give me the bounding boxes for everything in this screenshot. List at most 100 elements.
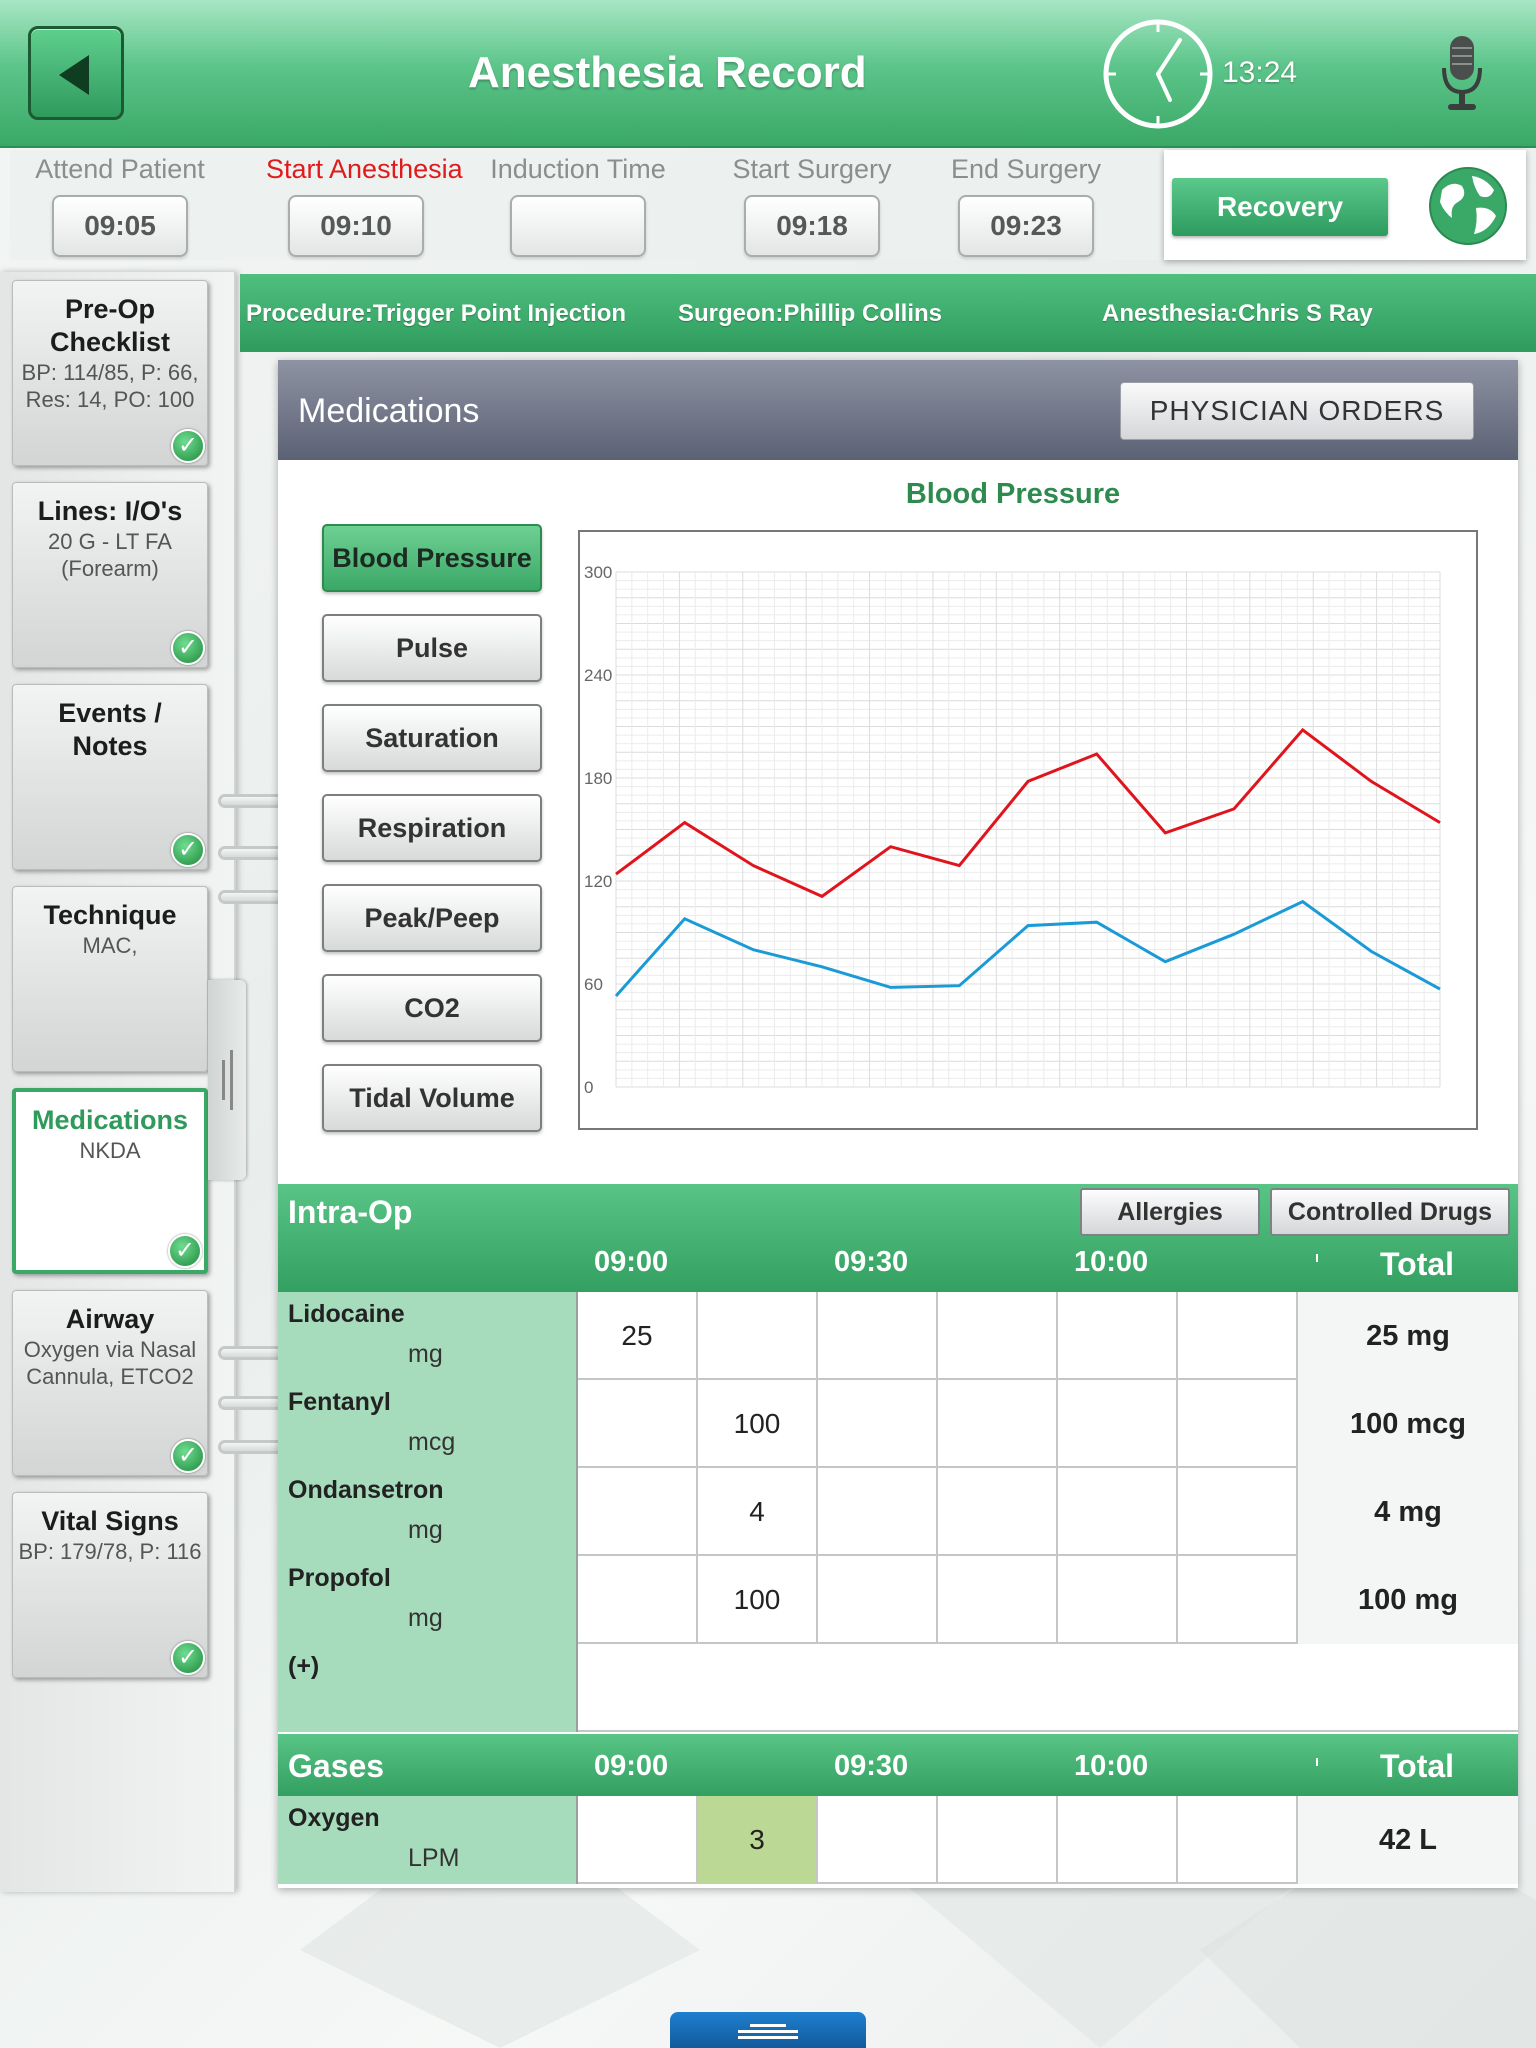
drug-name-cell[interactable]: Oxygen LPM — [278, 1796, 578, 1884]
dose-cell[interactable] — [1178, 1796, 1298, 1884]
start-surgery-time[interactable]: 09:18 — [744, 195, 880, 257]
dose-cell[interactable] — [1058, 1380, 1178, 1468]
dose-cell[interactable]: 3 — [698, 1796, 818, 1884]
dose-cell[interactable] — [938, 1556, 1058, 1644]
dose-cell[interactable] — [818, 1292, 938, 1380]
sidebar-item-summary: 20 G - LT FA (Forearm) — [48, 529, 172, 581]
peak-peep-button[interactable]: Peak/Peep — [322, 884, 542, 952]
dose-cell[interactable]: 25 — [578, 1292, 698, 1380]
recovery-panel: Recovery — [1164, 150, 1526, 260]
sidebar-item-vital-signs[interactable]: Vital Signs BP: 179/78, P: 116 ✓ — [12, 1492, 208, 1678]
sidebar-item-lines[interactable]: Lines: I/O's 20 G - LT FA (Forearm) ✓ — [12, 482, 208, 668]
end-surgery-time[interactable]: 09:23 — [958, 195, 1094, 257]
recovery-button[interactable]: Recovery — [1172, 178, 1388, 236]
dose-cell[interactable]: 4 — [698, 1468, 818, 1556]
drug-name-cell[interactable]: Lidocaine mg — [278, 1292, 578, 1380]
drug-name: Propofol — [288, 1564, 391, 1592]
dose-cell[interactable] — [1058, 1292, 1178, 1380]
table-row: Ondansetron mg 4 4 mg — [278, 1468, 1518, 1556]
timeline-bar: Attend Patient 09:05 Start Anesthesia 09… — [10, 150, 1160, 260]
add-medication-cell[interactable]: (+) — [278, 1644, 578, 1732]
intraop-title: Intra-Op — [288, 1194, 413, 1230]
chart-svg: 0 60 120 180 240 300 — [584, 563, 1441, 1097]
dose-cell[interactable] — [938, 1796, 1058, 1884]
sidebar-item-events-notes[interactable]: Events / Notes ✓ — [12, 684, 208, 870]
drug-unit: mg — [408, 1604, 443, 1632]
sidebar-item-title: Technique — [43, 900, 177, 930]
sidebar-item-summary: BP: 179/78, P: 116 — [18, 1539, 202, 1564]
drug-name-cell[interactable]: Ondansetron mg — [278, 1468, 578, 1556]
panel-title: Medications — [298, 392, 480, 430]
dose-cell[interactable] — [818, 1380, 938, 1468]
panel-header: Medications PHYSICIAN ORDERS — [278, 360, 1518, 460]
handle-grip — [230, 1050, 233, 1110]
time-column-header: 09:00 — [594, 1246, 669, 1278]
dose-cell[interactable] — [578, 1796, 698, 1884]
allergies-button[interactable]: Allergies — [1080, 1188, 1260, 1236]
dose-cell[interactable] — [578, 1380, 698, 1468]
dose-cell[interactable] — [1178, 1556, 1298, 1644]
dose-cell[interactable] — [1058, 1468, 1178, 1556]
drug-name: Oxygen — [288, 1804, 380, 1832]
total-cell: 4 mg — [1298, 1468, 1518, 1556]
clock-icon — [1103, 19, 1213, 129]
time-column-header: 10:00 — [1074, 1246, 1149, 1278]
saturation-button[interactable]: Saturation — [322, 704, 542, 772]
start-anesthesia-time[interactable]: 09:10 — [288, 195, 424, 257]
pulse-button[interactable]: Pulse — [322, 614, 542, 682]
drug-name-cell[interactable]: Fentanyl mcg — [278, 1380, 578, 1468]
chart-title: Blood Pressure — [905, 478, 1121, 510]
globe-icon[interactable] — [1428, 166, 1508, 246]
dose-cell[interactable]: 100 — [698, 1380, 818, 1468]
drug-name-cell[interactable]: Propofol mg — [278, 1556, 578, 1644]
sidebar-item-title: Pre-Op Checklist — [49, 294, 171, 357]
dose-cell[interactable] — [1178, 1292, 1298, 1380]
dose-cell[interactable] — [1058, 1556, 1178, 1644]
sidebar-item-title: Events / Notes — [58, 698, 162, 761]
dose-cell[interactable] — [818, 1468, 938, 1556]
bottom-drawer-tab[interactable] — [670, 2012, 866, 2048]
attend-patient-time[interactable]: 09:05 — [52, 195, 188, 257]
step-label: End Surgery — [950, 154, 1102, 184]
dose-cell[interactable] — [938, 1468, 1058, 1556]
step-label: Start Surgery — [732, 154, 892, 184]
dose-cell[interactable] — [938, 1380, 1058, 1468]
dose-cell[interactable] — [1178, 1380, 1298, 1468]
dose-cell[interactable] — [1178, 1468, 1298, 1556]
drug-unit: mcg — [408, 1428, 456, 1456]
co2-button[interactable]: CO2 — [322, 974, 542, 1042]
dose-cell[interactable] — [818, 1556, 938, 1644]
drawer-handle[interactable] — [208, 980, 246, 1180]
tidal-volume-button[interactable]: Tidal Volume — [322, 1064, 542, 1132]
start-anesthesia-step: Start Anesthesia 09:10 — [266, 154, 463, 257]
total-cell: 100 mcg — [1298, 1380, 1518, 1468]
sidebar-item-title: Airway — [65, 1304, 155, 1334]
dose-cell[interactable] — [1058, 1796, 1178, 1884]
sidebar-item-medications[interactable]: Medications NKDA ✓ — [12, 1088, 208, 1274]
blood-pressure-chart: 0 60 120 180 240 300 — [578, 530, 1478, 1130]
physician-orders-button[interactable]: PHYSICIAN ORDERS — [1120, 382, 1474, 440]
checkmark-icon: ✓ — [168, 1234, 202, 1268]
handle-grip — [738, 2036, 798, 2039]
dose-cell[interactable] — [698, 1292, 818, 1380]
controlled-drugs-button[interactable]: Controlled Drugs — [1270, 1188, 1510, 1236]
dose-cell[interactable] — [578, 1556, 698, 1644]
sidebar-item-airway[interactable]: Airway Oxygen via Nasal Cannula, ETCO2 ✓ — [12, 1290, 208, 1476]
time-column-header: 10:00 — [1074, 1750, 1149, 1782]
y-tick-label: 60 — [584, 975, 603, 994]
sidebar-item-technique[interactable]: Technique MAC, — [12, 886, 208, 1072]
microphone-icon[interactable] — [1440, 34, 1484, 114]
app-header: Anesthesia Record 13:24 — [0, 0, 1536, 148]
add-medication-row[interactable]: (+) — [278, 1644, 1518, 1732]
blood-pressure-button[interactable]: Blood Pressure — [322, 524, 542, 592]
dose-cell[interactable] — [818, 1796, 938, 1884]
dose-cell[interactable]: 100 — [698, 1556, 818, 1644]
induction-time-field[interactable] — [510, 195, 646, 257]
dose-cell[interactable] — [938, 1292, 1058, 1380]
step-label: Attend Patient — [35, 154, 205, 184]
back-button[interactable] — [28, 26, 124, 120]
respiration-button[interactable]: Respiration — [322, 794, 542, 862]
sidebar-item-pre-op-checklist[interactable]: Pre-Op Checklist BP: 114/85, P: 66, Res:… — [12, 280, 208, 466]
dose-cell[interactable] — [578, 1468, 698, 1556]
surgeon-info: Surgeon:Phillip Collins — [678, 300, 942, 327]
